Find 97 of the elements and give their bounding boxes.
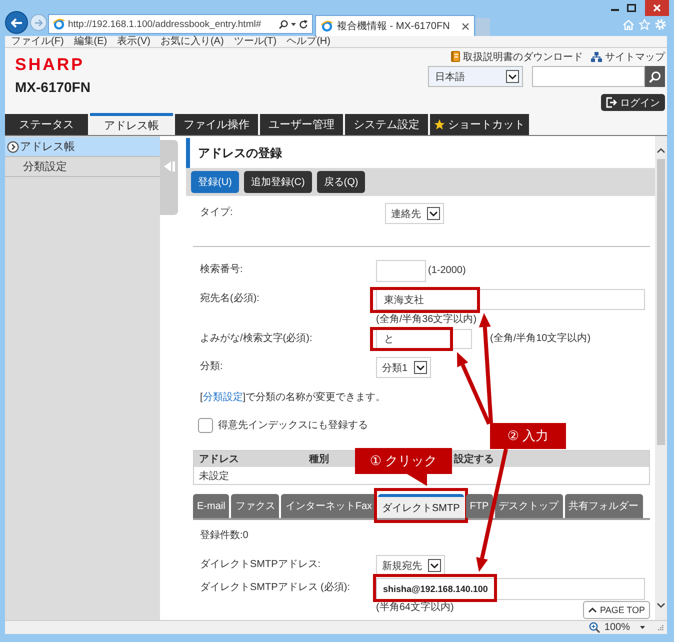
book-icon <box>451 51 460 62</box>
browser-icon <box>321 20 333 32</box>
field-label: 分類: <box>200 360 224 374</box>
back-button[interactable] <box>5 11 28 34</box>
primary-button[interactable]: 登録(U) <box>191 171 239 193</box>
arrow-right-icon <box>34 18 43 26</box>
toolbar-button[interactable]: 追加登録(C) <box>244 171 312 193</box>
caret-icon <box>427 207 440 220</box>
login-button[interactable]: ログイン <box>601 94 665 111</box>
smtp-address-field[interactable]: shisha@192.168.140.100 <box>376 578 645 600</box>
destination-tab[interactable]: E-mail <box>193 494 230 518</box>
star-icon[interactable] <box>639 19 650 30</box>
destination-tab[interactable]: ダイレクトSMTP <box>378 494 464 518</box>
field-label: ダイレクトSMTPアドレス (必須): <box>200 580 351 595</box>
forward-button[interactable] <box>30 14 47 31</box>
caret-icon[interactable] <box>640 626 645 629</box>
main-tab[interactable]: ショートカット <box>430 114 529 135</box>
category-note: [分類設定]で分類の名称が変更できます。 <box>199 392 386 404</box>
field-label: 検索番号: <box>200 262 244 277</box>
login-icon <box>606 97 617 108</box>
settings-icon[interactable] <box>655 19 666 30</box>
field-label: 宛先名(必須): <box>200 292 260 306</box>
registration-count: 登録件数:0 <box>199 530 248 541</box>
column-header: 設定する <box>449 450 650 467</box>
close-icon[interactable] <box>462 22 469 30</box>
destination-tab[interactable]: デスクトップ <box>494 494 563 518</box>
scrollbar-thumb[interactable] <box>657 159 665 445</box>
manual-download-link[interactable]: 取扱説明書のダウンロード <box>451 50 583 64</box>
caret-icon[interactable] <box>291 22 296 26</box>
zoom-level[interactable]: 100% <box>604 622 630 633</box>
search-field[interactable] <box>532 66 645 87</box>
menu-item[interactable]: ファイル(F) <box>11 36 64 47</box>
category-settings-link[interactable]: 分類設定 <box>202 392 243 403</box>
sitemap-icon <box>591 52 602 62</box>
menu-item[interactable]: ヘルプ(H) <box>286 36 330 47</box>
menu-item[interactable]: ツール(T) <box>234 36 277 47</box>
scroll-down-icon[interactable] <box>657 603 665 608</box>
type-select[interactable]: 連絡先 <box>385 203 444 224</box>
checkbox-label: 得意先インデックスにも登録する <box>218 418 368 433</box>
sidebar-collapse-handle[interactable] <box>160 140 178 215</box>
main-tab[interactable]: ステータス <box>5 114 88 135</box>
destination-tab[interactable]: インターネットFax <box>281 494 376 518</box>
browser-icon <box>53 18 65 30</box>
field-label: タイプ: <box>200 206 234 220</box>
address-select[interactable]: 新規宛先 <box>376 555 445 576</box>
browser-tab[interactable]: 複合機情報 - MX-6170FN <box>315 15 475 36</box>
main-tab[interactable]: ユーザー管理 <box>260 114 343 135</box>
menu-item[interactable]: 表示(V) <box>117 36 150 47</box>
arrow-left-icon <box>10 18 22 28</box>
collapse-icon <box>164 161 174 172</box>
caret-icon <box>428 559 441 572</box>
name-field[interactable]: 東海支社 <box>376 289 645 310</box>
search-number-field[interactable] <box>376 260 426 282</box>
column-header: アドレス <box>194 450 304 467</box>
scroll-up-icon[interactable] <box>657 148 665 153</box>
model-name: MX-6170FN <box>15 79 90 95</box>
search-button[interactable] <box>645 66 665 87</box>
destination-tab[interactable]: 共有フォルダー <box>564 494 643 518</box>
toolbar-button[interactable]: 戻る(Q) <box>316 171 366 193</box>
field-label: よみがな/検索文字(必須): <box>200 332 314 346</box>
star-icon <box>434 119 445 130</box>
callout-pointer-icon <box>407 474 427 486</box>
chevron-circle-icon <box>7 140 19 152</box>
language-select[interactable]: 日本語 <box>428 66 523 87</box>
resize-grip-icon[interactable] <box>657 624 664 631</box>
brand-logo[interactable]: SHARP <box>15 56 90 73</box>
menu-item[interactable]: お気に入り(A) <box>160 36 224 47</box>
caret-icon <box>506 70 519 83</box>
table-cell: 未設定 <box>194 467 304 484</box>
field-hint: (全角/半角10文字以内) <box>490 332 591 346</box>
destination-tab[interactable]: ファクス <box>231 494 280 518</box>
field-hint: (全角/半角36文字以内) <box>376 314 477 325</box>
refresh-icon[interactable] <box>299 20 308 28</box>
main-tab[interactable]: ファイル操作 <box>175 114 258 135</box>
close-icon[interactable] <box>645 0 669 16</box>
category-select[interactable]: 分類1 <box>376 357 431 378</box>
sidebar-item[interactable]: アドレス帳 <box>5 137 160 157</box>
main-tab[interactable]: アドレス帳 <box>90 113 173 135</box>
page-top-button[interactable]: PAGE TOP <box>583 601 650 619</box>
destination-tab[interactable]: FTP <box>466 494 493 518</box>
zoom-icon[interactable] <box>589 622 600 633</box>
caret-icon <box>414 361 427 374</box>
main-tab[interactable]: システム設定 <box>345 114 428 135</box>
search-icon[interactable] <box>279 20 288 28</box>
search-icon <box>649 70 661 82</box>
checkbox[interactable] <box>198 418 213 433</box>
menu-item[interactable]: 編集(E) <box>74 36 108 47</box>
address-field[interactable]: http://192.168.1.100/addressbook_entry.html# <box>48 14 313 34</box>
field-label: ダイレクトSMTPアドレス: <box>200 558 322 572</box>
field-hint: (半角64文字以内) <box>376 602 454 613</box>
caret-up-icon <box>588 607 597 613</box>
home-icon[interactable] <box>623 20 634 30</box>
scrollbar[interactable] <box>655 136 667 620</box>
range-hint: (1-2000) <box>428 264 466 278</box>
callout: ② 入力 <box>490 423 566 449</box>
sitemap-link[interactable]: サイトマップ <box>591 50 665 64</box>
maximize-icon[interactable] <box>627 4 636 12</box>
